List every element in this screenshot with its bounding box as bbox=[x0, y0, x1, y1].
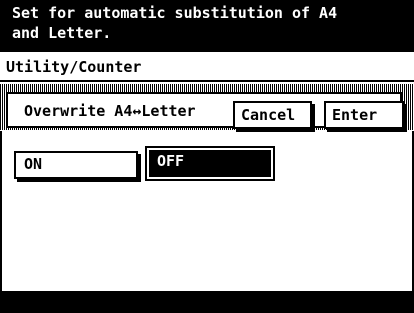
cancel-button[interactable]: Cancel bbox=[233, 101, 312, 129]
message-line-2: and Letter. bbox=[12, 24, 112, 42]
copier-panel: Set for automatic substitution of A4 and… bbox=[0, 0, 414, 313]
message-bar: Set for automatic substitution of A4 and… bbox=[0, 0, 414, 52]
enter-button[interactable]: Enter bbox=[324, 101, 404, 129]
function-title: Overwrite A4↔Letter bbox=[24, 102, 196, 120]
breadcrumb: Utility/Counter bbox=[0, 52, 414, 82]
message-line-1: Set for automatic substitution of A4 bbox=[12, 4, 338, 22]
bottom-status-bar bbox=[0, 291, 414, 313]
on-option-button[interactable]: ON bbox=[14, 151, 138, 179]
off-option-button[interactable]: OFF bbox=[145, 146, 275, 181]
